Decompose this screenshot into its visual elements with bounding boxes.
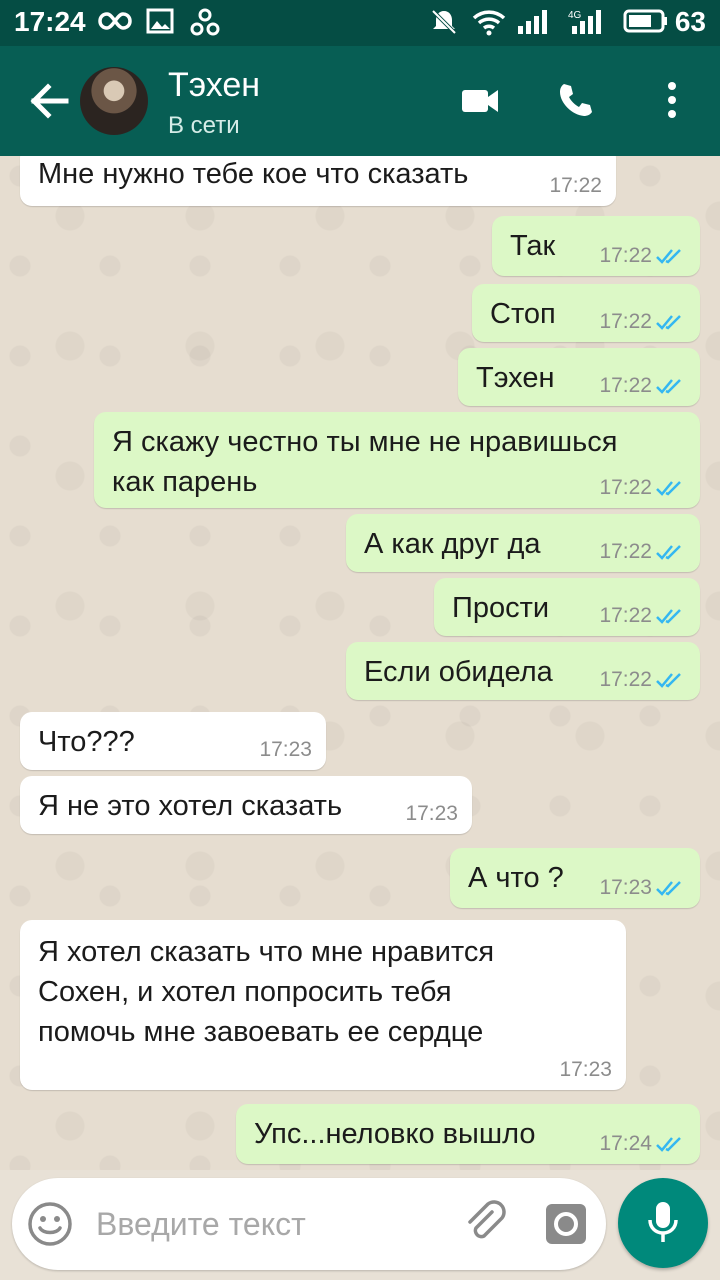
read-ticks-icon: [656, 879, 686, 897]
contact-name[interactable]: Тэхен: [168, 66, 260, 105]
emoji-icon[interactable]: [26, 1200, 74, 1253]
message-text: Что???: [38, 726, 135, 758]
mic-button[interactable]: [618, 1178, 708, 1268]
contact-status: В сети: [168, 112, 240, 139]
message-time: 17:22: [549, 174, 602, 197]
message-time: 17:22: [599, 540, 652, 563]
contact-avatar[interactable]: [80, 67, 148, 135]
message-time: 17:23: [559, 1058, 612, 1081]
message-text: Я хотел сказать что мне нравится Сохен, …: [38, 936, 495, 1048]
wifi-icon: [472, 8, 506, 43]
message-text: А что ?: [468, 862, 564, 894]
message-outgoing[interactable]: Так 17:22: [492, 216, 700, 276]
status-bar: 17:24 4G 63: [0, 0, 720, 46]
message-input[interactable]: [96, 1196, 436, 1252]
message-time: 17:22: [599, 244, 652, 267]
message-text: Я не это хотел сказать: [38, 790, 343, 822]
message-text: Я скажу честно ты мне не нравишься как п…: [112, 426, 618, 498]
back-arrow-icon[interactable]: [26, 78, 72, 124]
message-text: Так: [510, 230, 556, 262]
battery-level: 63: [674, 6, 706, 37]
infinity-icon: [98, 8, 132, 40]
message-outgoing[interactable]: Стоп 17:22: [472, 284, 700, 342]
message-incoming[interactable]: Я не это хотел сказать 17:23: [20, 776, 472, 834]
message-outgoing[interactable]: Прости 17:22: [434, 578, 700, 636]
share-icon: [190, 8, 220, 43]
message-outgoing[interactable]: Я скажу честно ты мне не нравишься как п…: [94, 412, 700, 508]
gallery-icon: [146, 8, 174, 41]
read-ticks-icon: [656, 247, 686, 265]
read-ticks-icon: [656, 479, 686, 497]
read-ticks-icon: [656, 671, 686, 689]
message-time: 17:23: [599, 876, 652, 899]
attach-icon[interactable]: [462, 1200, 510, 1253]
read-ticks-icon: [656, 313, 686, 331]
camera-icon[interactable]: [544, 1202, 588, 1251]
svg-text:4G: 4G: [568, 10, 582, 21]
status-time: 17:24: [14, 6, 86, 37]
message-time: 17:22: [599, 310, 652, 333]
message-outgoing[interactable]: Если обидела 17:22: [346, 642, 700, 700]
chat-area[interactable]: Мне нужно тебе кое что сказать 17:22 Так…: [0, 156, 720, 1170]
chat-header: Тэхен В сети: [0, 46, 720, 156]
message-input-bar: [12, 1178, 606, 1270]
message-outgoing[interactable]: А что ? 17:23: [450, 848, 700, 908]
signal-icon: [516, 8, 552, 43]
more-vert-icon[interactable]: [660, 80, 684, 125]
message-text: Тэхен: [476, 362, 555, 394]
message-time: 17:22: [599, 604, 652, 627]
message-text: Мне нужно тебе кое что сказать: [38, 158, 469, 190]
video-call-icon[interactable]: [460, 80, 500, 125]
read-ticks-icon: [656, 607, 686, 625]
message-time: 17:23: [405, 802, 458, 825]
message-text: А как друг да: [364, 528, 541, 560]
message-text: Прости: [452, 592, 550, 624]
message-time: 17:22: [599, 476, 652, 499]
message-time: 17:23: [259, 738, 312, 761]
message-outgoing[interactable]: А как друг да 17:22: [346, 514, 700, 572]
read-ticks-icon: [656, 543, 686, 561]
message-time: 17:22: [599, 668, 652, 691]
message-incoming[interactable]: Я хотел сказать что мне нравится Сохен, …: [20, 920, 626, 1090]
phone-icon[interactable]: [556, 80, 596, 125]
message-incoming[interactable]: Что??? 17:23: [20, 712, 326, 770]
message-outgoing[interactable]: Упс...неловко вышло 17:24: [236, 1104, 700, 1164]
battery-icon: [622, 8, 668, 41]
message-text: Упс...неловко вышло: [254, 1118, 536, 1150]
message-incoming[interactable]: Мне нужно тебе кое что сказать 17:22: [20, 156, 616, 206]
read-ticks-icon: [656, 1135, 686, 1153]
read-ticks-icon: [656, 377, 686, 395]
muted-bell-icon: [430, 8, 458, 43]
message-text: Стоп: [490, 298, 556, 330]
message-text: Если обидела: [364, 656, 553, 688]
mic-icon: [648, 1202, 678, 1242]
signal-4g-icon: 4G: [568, 8, 608, 43]
message-outgoing[interactable]: Тэхен 17:22: [458, 348, 700, 406]
message-time: 17:24: [599, 1132, 652, 1155]
message-time: 17:22: [599, 374, 652, 397]
